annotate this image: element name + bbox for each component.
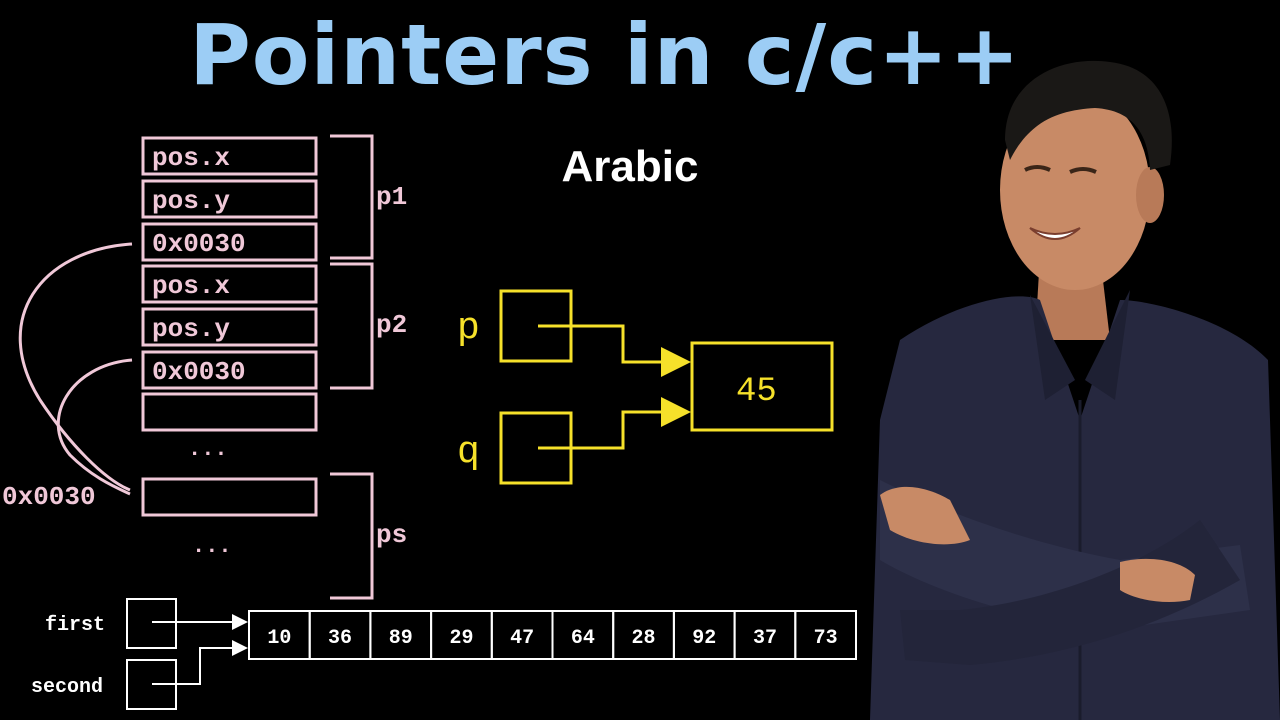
pointer-curve — [18, 242, 133, 492]
bracket-label-p1: p1 — [376, 182, 407, 212]
cell-text: pos.y — [152, 186, 230, 216]
array-value: 73 — [814, 627, 838, 650]
array-diagram — [126, 598, 857, 710]
pointer-box-first — [126, 598, 177, 649]
pointer-diagram — [499, 289, 834, 485]
array-value: 29 — [449, 627, 473, 650]
array-value: 28 — [632, 627, 656, 650]
array-label-first: first — [45, 614, 105, 637]
array-value: 92 — [692, 627, 716, 650]
presenter-photo — [870, 60, 1280, 720]
memory-cell — [141, 392, 318, 432]
bracket-p1 — [330, 134, 374, 260]
diagram-canvas: pos.x pos.y 0x0030 pos.x pos.y 0x0030 ..… — [2, 60, 1280, 720]
array-value: 36 — [328, 627, 352, 650]
arrow-p — [538, 324, 691, 377]
ellipsis: ... — [188, 437, 228, 462]
cell-text: pos.x — [152, 143, 230, 173]
bracket-label-ps: ps — [376, 520, 407, 550]
array-value: 64 — [571, 627, 595, 650]
bracket-ps — [330, 472, 374, 600]
array-value: 89 — [389, 627, 413, 650]
pointer-label-q: q — [457, 431, 480, 474]
bracket-p2 — [330, 262, 374, 390]
memory-cell — [141, 477, 318, 517]
cell-text: 0x0030 — [152, 357, 246, 387]
array-value: 10 — [267, 627, 291, 650]
bracket-label-p2: p2 — [376, 310, 407, 340]
cell-text: pos.x — [152, 271, 230, 301]
arrow-second — [152, 640, 248, 685]
ellipsis: ... — [192, 534, 232, 559]
pointer-curve — [56, 358, 133, 496]
cell-text: 0x0030 — [152, 229, 246, 259]
array-value: 47 — [510, 627, 534, 650]
pointer-label-p: p — [457, 307, 480, 350]
cell-text: pos.y — [152, 314, 230, 344]
array-value: 37 — [753, 627, 777, 650]
array-label-second: second — [31, 676, 103, 699]
arrow-q — [538, 397, 691, 450]
address-label: 0x0030 — [2, 482, 96, 512]
value-text: 45 — [736, 373, 777, 411]
